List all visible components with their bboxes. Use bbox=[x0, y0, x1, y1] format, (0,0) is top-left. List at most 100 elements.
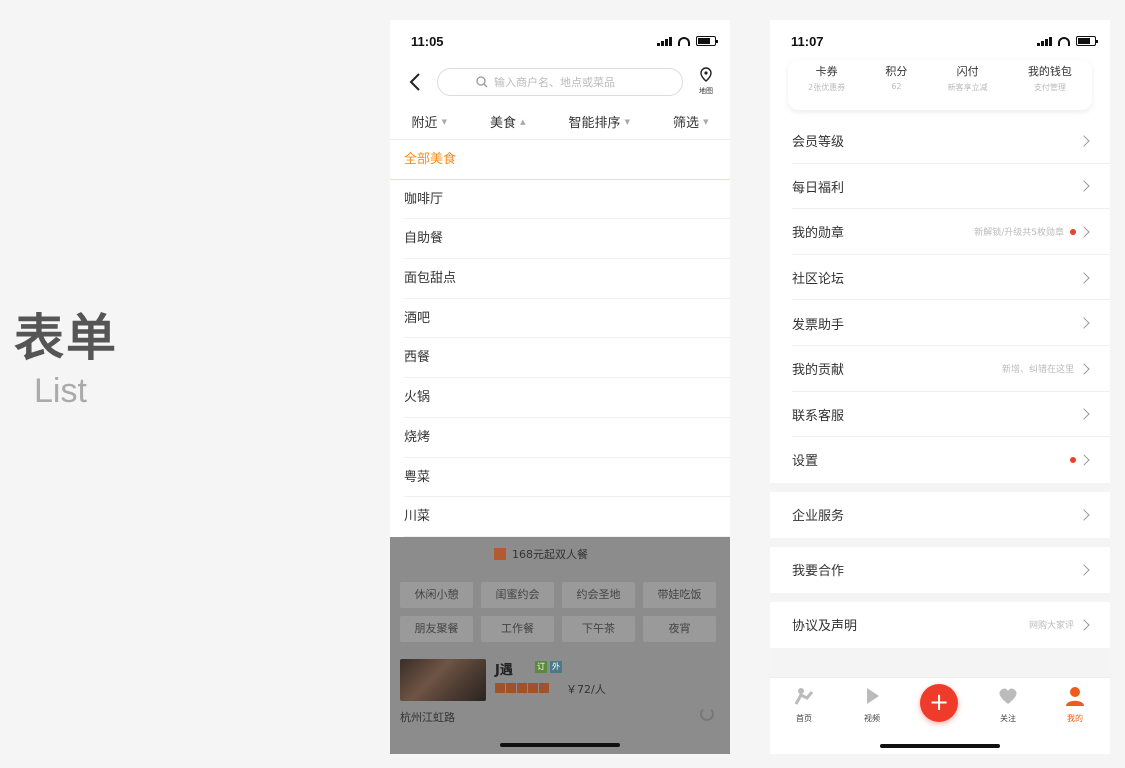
category-item[interactable]: 粤菜 bbox=[390, 458, 730, 498]
filter-screen[interactable]: 筛选 ▼ bbox=[673, 112, 708, 131]
tag-item[interactable]: 休闲小憩 bbox=[400, 582, 473, 608]
chevron-right-icon bbox=[1078, 271, 1090, 284]
filter-nearby[interactable]: 附近 ▼ bbox=[412, 112, 447, 131]
tab-home[interactable]: 首页 bbox=[784, 686, 824, 724]
menu-section-cooperate: 我要合作 bbox=[770, 547, 1110, 593]
chevron-right-icon bbox=[1078, 226, 1090, 238]
menu-label: 我的贡献 bbox=[792, 363, 845, 379]
menu-item-forum[interactable]: 社区论坛 bbox=[770, 255, 1110, 301]
tab-label: 视频 bbox=[864, 714, 880, 723]
tag-item[interactable]: 带娃吃饭 bbox=[643, 582, 716, 608]
menu-item-agreement[interactable]: 协议及声明 网购大家评 bbox=[770, 602, 1110, 648]
tab-mine[interactable]: 我的 bbox=[1055, 686, 1095, 724]
star-icon bbox=[528, 683, 538, 693]
menu-hint: 新解锁/升级共5枚勋章 bbox=[974, 228, 1064, 239]
category-item[interactable]: 面包甜点 bbox=[390, 259, 730, 299]
refresh-icon[interactable] bbox=[700, 707, 714, 721]
map-button[interactable]: 地图 bbox=[694, 66, 718, 96]
category-item[interactable]: 全部美食 bbox=[390, 140, 730, 180]
phone-restaurant-filter: 11:05 输入商户名、地点或菜品 地图 附近 ▼ 美食 ▲ 智能排序 ▼ 筛选 ▼ 全… bbox=[390, 20, 730, 754]
filter-sort[interactable]: 智能排序 ▼ bbox=[569, 112, 630, 131]
tab-video[interactable]: 视频 bbox=[852, 686, 892, 724]
category-item[interactable]: 酒吧 bbox=[390, 299, 730, 339]
card-points[interactable]: 积分 62 bbox=[885, 60, 907, 110]
play-icon bbox=[867, 688, 879, 704]
card-title: 我的钱包 bbox=[1027, 65, 1072, 78]
menu-item-cooperate[interactable]: 我要合作 bbox=[770, 547, 1110, 593]
card-wallet[interactable]: 我的钱包 支付管理 bbox=[1028, 60, 1072, 110]
search-input[interactable]: 输入商户名、地点或菜品 bbox=[437, 68, 683, 96]
search-placeholder: 输入商户名、地点或菜品 bbox=[494, 76, 615, 89]
status-bar: 11:07 bbox=[770, 20, 1110, 64]
user-icon bbox=[1066, 687, 1084, 706]
menu-label: 社区论坛 bbox=[792, 272, 845, 288]
chevron-right-icon bbox=[1078, 509, 1090, 521]
back-arrow-icon[interactable] bbox=[406, 70, 426, 94]
chevron-right-icon bbox=[1078, 619, 1090, 631]
quick-cards: 卡券 2张优惠券 积分 62 闪付 新客享立减 我的钱包 支付管理 bbox=[788, 60, 1092, 110]
add-button[interactable]: + bbox=[920, 684, 958, 722]
notification-dot bbox=[1070, 456, 1076, 463]
filter-label: 附近 bbox=[411, 116, 438, 131]
tag-item[interactable]: 夜宵 bbox=[643, 616, 716, 642]
menu-item-invoice[interactable]: 发票助手 bbox=[770, 300, 1110, 346]
shop-badge: 订 bbox=[535, 661, 547, 673]
card-title: 闪付 bbox=[956, 65, 979, 78]
map-label: 地图 bbox=[699, 87, 713, 95]
category-item[interactable]: 西餐 bbox=[390, 338, 730, 378]
caret-down-icon: ▼ bbox=[624, 117, 630, 126]
category-item[interactable]: 火锅 bbox=[390, 378, 730, 418]
chevron-right-icon bbox=[1078, 135, 1090, 147]
filter-label: 美食 bbox=[490, 116, 517, 131]
wifi-icon bbox=[1058, 36, 1070, 46]
tab-follow[interactable]: 关注 bbox=[988, 686, 1028, 724]
shop-card[interactable]: J遇 订 外 ￥72/人 杭州江虹路 bbox=[400, 657, 720, 724]
card-sub: 2张优惠券 bbox=[808, 83, 846, 92]
menu-label: 设置 bbox=[792, 454, 819, 470]
menu-item-support[interactable]: 联系客服 bbox=[770, 392, 1110, 438]
menu-section-enterprise: 企业服务 bbox=[770, 492, 1110, 538]
tag-item[interactable]: 下午茶 bbox=[562, 616, 635, 642]
hero-subtitle: List bbox=[34, 372, 87, 410]
chevron-right-icon bbox=[1078, 180, 1090, 193]
tag-item[interactable]: 朋友聚餐 bbox=[400, 616, 473, 642]
tag-item[interactable]: 工作餐 bbox=[481, 616, 554, 642]
shop-location: 杭州江虹路 bbox=[400, 711, 455, 724]
menu-item-daily-welfare[interactable]: 每日福利 bbox=[770, 164, 1110, 210]
shop-name: J遇 bbox=[495, 663, 513, 678]
promo-text: 168元起双人餐 bbox=[512, 548, 588, 561]
rating-stars bbox=[495, 683, 549, 693]
menu-hint: 新增、纠错在这里 bbox=[1001, 365, 1074, 376]
category-item[interactable]: 川菜 bbox=[390, 497, 730, 537]
filter-food[interactable]: 美食 ▲ bbox=[490, 112, 525, 131]
tag-item[interactable]: 闺蜜约会 bbox=[481, 582, 554, 608]
menu-item-medals[interactable]: 我的勋章 新解锁/升级共5枚勋章 bbox=[770, 209, 1110, 255]
caret-down-icon: ▼ bbox=[441, 117, 447, 126]
dimmed-overlay[interactable]: 168元起双人餐 休闲小憩 闺蜜约会 约会圣地 带娃吃饭 朋友聚餐 工作餐 下午… bbox=[390, 537, 730, 754]
menu-label: 每日福利 bbox=[792, 180, 845, 196]
tag-item[interactable]: 约会圣地 bbox=[562, 582, 635, 608]
menu-item-contribution[interactable]: 我的贡献 新增、纠错在这里 bbox=[770, 346, 1110, 392]
category-item[interactable]: 咖啡厅 bbox=[390, 180, 730, 220]
menu-section-main: 会员等级 每日福利 我的勋章 新解锁/升级共5枚勋章 社区论坛 发票助手 我的贡献… bbox=[770, 118, 1110, 483]
menu-label: 发票助手 bbox=[792, 317, 845, 333]
status-bar: 11:05 bbox=[390, 20, 730, 64]
menu-item-settings[interactable]: 设置 bbox=[770, 437, 1110, 483]
menu-label: 协议及声明 bbox=[792, 619, 858, 635]
star-icon bbox=[495, 683, 505, 693]
menu-item-enterprise[interactable]: 企业服务 bbox=[770, 492, 1110, 538]
phone-profile-menu: 11:07 卡券 2张优惠券 积分 62 闪付 新客享立减 我的钱包 支付管理 会员等级… bbox=[770, 20, 1110, 754]
status-time: 11:05 bbox=[411, 34, 444, 49]
category-item[interactable]: 自助餐 bbox=[390, 219, 730, 259]
category-item[interactable]: 烧烤 bbox=[390, 418, 730, 458]
menu-item-member-level[interactable]: 会员等级 bbox=[770, 118, 1110, 164]
card-flashpay[interactable]: 闪付 新客享立减 bbox=[948, 60, 988, 110]
promo-line: 168元起双人餐 bbox=[494, 546, 588, 562]
chevron-right-icon bbox=[1078, 454, 1090, 466]
card-coupon[interactable]: 卡券 2张优惠券 bbox=[808, 60, 845, 110]
category-list: 全部美食 咖啡厅 自助餐 面包甜点 酒吧 西餐 火锅 烧烤 粤菜 川菜 bbox=[390, 140, 730, 537]
tab-label: 首页 bbox=[796, 714, 812, 723]
home-indicator bbox=[500, 743, 620, 747]
tab-bar: 首页 视频 + 关注 我的 bbox=[770, 677, 1110, 754]
star-icon bbox=[539, 683, 549, 693]
